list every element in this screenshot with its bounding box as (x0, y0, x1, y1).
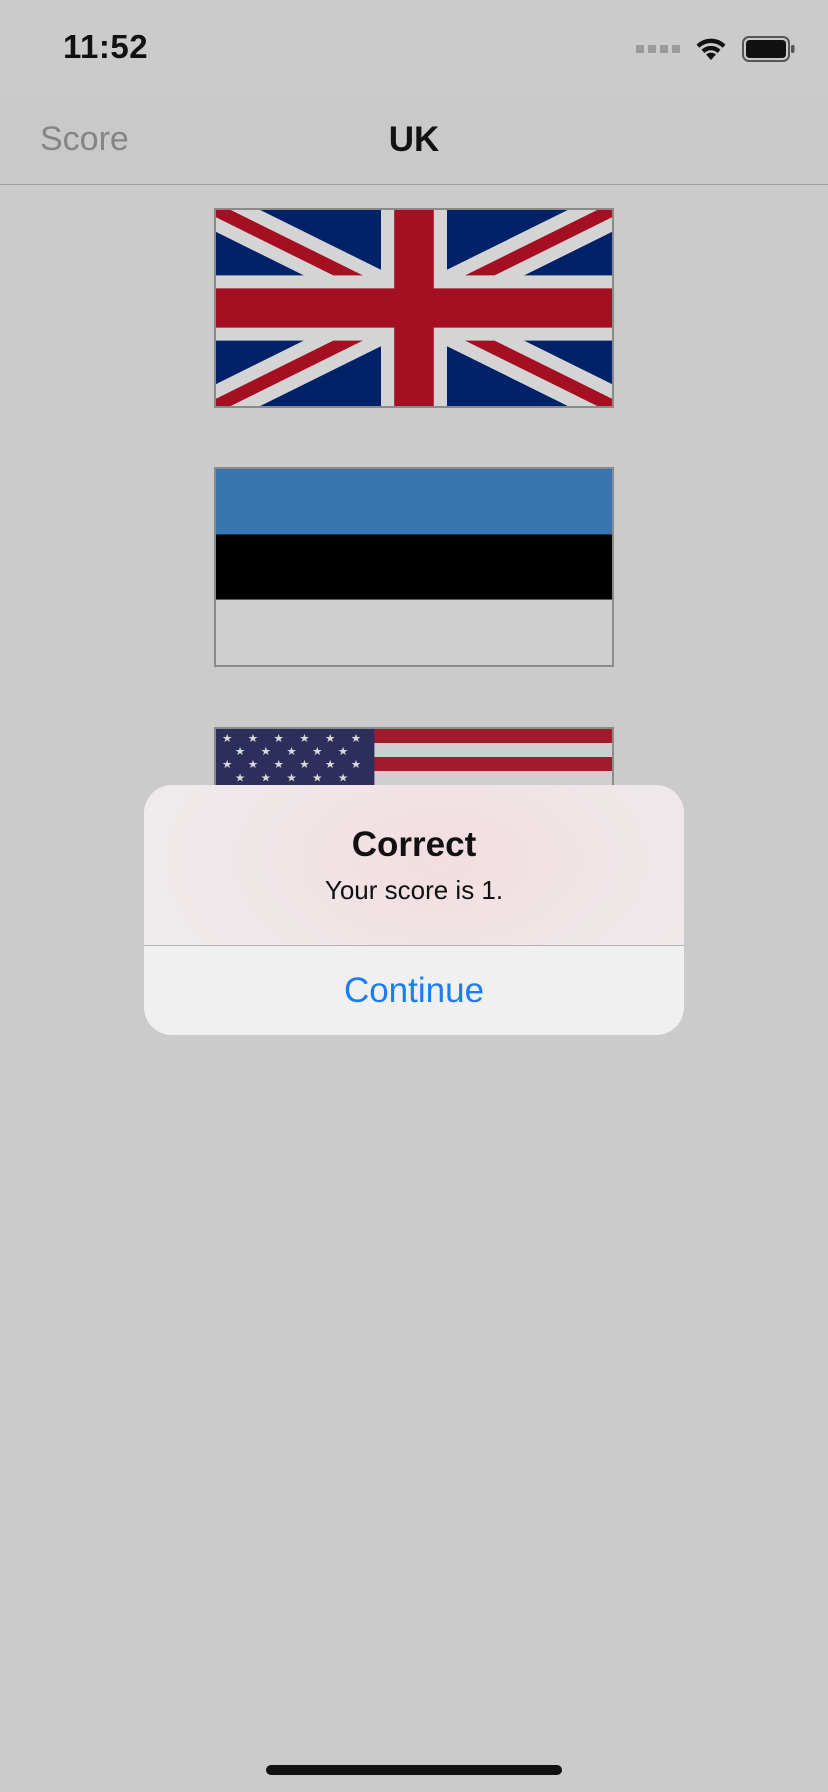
svg-text:★: ★ (248, 731, 259, 745)
svg-text:★: ★ (235, 744, 246, 758)
flag-button-1[interactable] (214, 208, 614, 408)
svg-text:★: ★ (299, 758, 310, 772)
svg-text:★: ★ (351, 758, 362, 772)
alert-title: Correct (351, 825, 477, 864)
battery-icon (742, 36, 795, 62)
flag-button-2[interactable] (214, 467, 614, 667)
svg-text:★: ★ (273, 731, 284, 745)
svg-text:★: ★ (312, 771, 323, 785)
svg-text:★: ★ (351, 731, 362, 745)
continue-button[interactable]: Continue (144, 946, 684, 1035)
uk-flag-icon (216, 210, 612, 406)
svg-text:★: ★ (235, 771, 246, 785)
alert-dialog: Correct Your score is 1. Continue (144, 785, 684, 1035)
svg-text:★: ★ (261, 771, 272, 785)
home-indicator[interactable] (266, 1765, 562, 1775)
svg-text:★: ★ (299, 731, 310, 745)
svg-text:★: ★ (286, 744, 297, 758)
svg-text:★: ★ (338, 771, 349, 785)
status-icons (636, 36, 796, 62)
svg-text:★: ★ (261, 744, 272, 758)
svg-text:★: ★ (273, 758, 284, 772)
flag-button-3[interactable]: ★ ★ ★ ★ ★ ★ ★ ★ ★ ★ ★ ★ ★ ★ ★ ★ ★ ★ ★ ★ ★ ★ (214, 727, 614, 787)
alert-message: Your score is 1. (324, 875, 504, 905)
svg-text:★: ★ (222, 758, 233, 772)
navigation-bar: Score UK (0, 96, 828, 185)
svg-text:★: ★ (325, 758, 336, 772)
svg-text:★: ★ (312, 744, 323, 758)
status-bar: 11:52 (0, 0, 828, 96)
svg-text:★: ★ (338, 744, 349, 758)
svg-text:★: ★ (222, 731, 233, 745)
status-time: 11:52 (63, 28, 149, 65)
nav-title: UK (388, 120, 440, 159)
usa-flag-icon: ★ ★ ★ ★ ★ ★ ★ ★ ★ ★ ★ ★ ★ ★ ★ ★ ★ ★ ★ ★ ★ ★ (216, 729, 612, 785)
wifi-icon (696, 38, 726, 60)
svg-text:★: ★ (286, 771, 297, 785)
estonia-flag-icon (216, 469, 612, 665)
svg-text:★: ★ (325, 731, 336, 745)
svg-text:★: ★ (248, 758, 259, 772)
cellular-signal-icon (636, 45, 680, 53)
